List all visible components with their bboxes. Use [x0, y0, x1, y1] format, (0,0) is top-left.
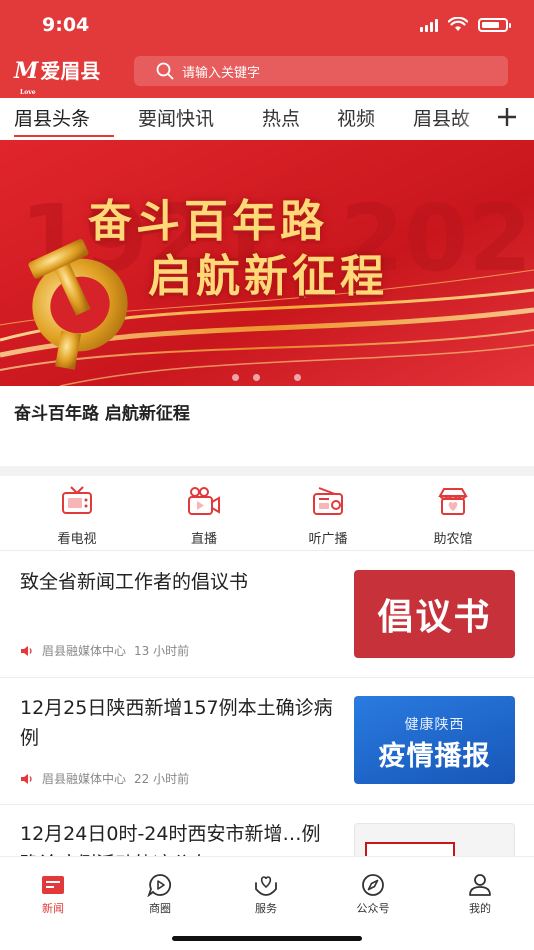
battery-icon [478, 17, 511, 32]
nav-label: 新闻 [42, 902, 64, 915]
quick-entry-label: 看电视 [57, 532, 97, 547]
nav-label: 服务 [255, 902, 277, 915]
nav-news[interactable]: 新闻 [13, 873, 93, 916]
quick-entry-label: 直播 [190, 532, 217, 547]
news-source: 眉县融媒体中心 [42, 772, 127, 786]
active-tab-indicator [14, 135, 114, 137]
section-gap [0, 466, 534, 476]
app-logo: I Love M 爱眉县 [14, 58, 101, 96]
banner-headline-2: 启航新征程 [148, 251, 388, 302]
news-title: 致全省新闻工作者的倡议书 [20, 571, 249, 593]
home-indicator [172, 936, 362, 941]
nav-business[interactable]: 商圈 [120, 873, 200, 916]
news-item[interactable]: 12月25日陕西新增157例本土确诊病例 眉县融媒体中心 22 小时前 健康陕西… [0, 678, 534, 804]
thumb-subtitle: 健康陕西 [404, 717, 465, 733]
logo-mark: I Love M [14, 58, 38, 96]
news-time: 22 小时前 [134, 772, 190, 786]
tv-icon [62, 486, 92, 514]
app-bar: I Love M 爱眉县 请输入关键字 [0, 56, 534, 96]
app-header: 9:04 I Love M 爱眉县 请输入关键字 [0, 0, 534, 98]
quick-entry-farm-shop[interactable]: 助农馆 [413, 486, 493, 547]
thumb-title: 疫情播报 [378, 741, 491, 772]
speaker-icon [21, 645, 32, 656]
quick-entry-radio[interactable]: 听广播 [288, 486, 368, 547]
banner-dot[interactable] [294, 374, 301, 381]
thumb-text: 倡议书 [377, 597, 492, 638]
news-time: 13 小时前 [134, 644, 190, 658]
video-camera-icon [188, 487, 220, 515]
news-item[interactable]: 致全省新闻工作者的倡议书 眉县融媒体中心 13 小时前 倡议书 [0, 551, 534, 677]
hero-banner[interactable]: 1921 2021 奋斗百年路 启航新征程 [0, 140, 534, 386]
play-chat-icon [147, 874, 172, 897]
heart-hands-icon [255, 876, 277, 896]
news-thumbnail: 健康陕西 疫情播报 [354, 696, 515, 784]
nav-profile[interactable]: 我的 [440, 873, 520, 916]
nav-label: 商圈 [149, 902, 171, 915]
banner-pagination [232, 374, 301, 381]
banner-dot[interactable] [253, 374, 260, 381]
news-meta: 眉县融媒体中心 13 小时前 [20, 642, 189, 659]
banner-caption[interactable]: 奋斗百年路 启航新征程 [14, 399, 190, 424]
tab-headlines[interactable]: 眉县头条 [14, 104, 90, 131]
shop-icon [438, 488, 468, 515]
search-input[interactable]: 请输入关键字 [134, 56, 508, 86]
news-title: 12月25日陕西新增157例本土确诊病例 [20, 697, 333, 749]
nav-label: 我的 [469, 902, 491, 915]
status-bar: 9:04 [0, 0, 534, 50]
news-source: 眉县融媒体中心 [42, 644, 127, 658]
speaker-icon [21, 773, 32, 784]
quick-entry-label: 助农馆 [433, 532, 473, 547]
news-thumbnail [354, 823, 515, 857]
search-icon [156, 62, 174, 80]
banner-dot[interactable] [232, 374, 239, 381]
quick-entries: 看电视 直播 听广播 助农馆 [0, 476, 534, 550]
user-icon [469, 874, 491, 896]
news-meta: 眉县融媒体中心 22 小时前 [20, 770, 189, 787]
news-title: 12月24日0时-24时西安市新增…例确诊病例活动轨迹公布 [20, 823, 321, 857]
quick-entry-tv[interactable]: 看电视 [37, 486, 117, 547]
status-icons [420, 17, 511, 32]
compass-icon [362, 874, 384, 896]
signal-icon [420, 18, 438, 32]
nav-label: 公众号 [356, 902, 390, 915]
wifi-icon [448, 17, 468, 31]
quick-entry-label: 听广播 [308, 532, 348, 547]
news-icon [42, 876, 64, 894]
tab-news-flash[interactable]: 要闻快讯 [138, 104, 214, 131]
status-time: 9:04 [42, 14, 90, 36]
news-item[interactable]: 12月24日0时-24时西安市新增…例确诊病例活动轨迹公布 [0, 805, 534, 857]
news-thumbnail: 倡议书 [354, 570, 515, 658]
tab-fade [455, 98, 495, 140]
nav-services[interactable]: 服务 [226, 873, 306, 916]
quick-entry-live[interactable]: 直播 [164, 486, 244, 547]
add-channel-icon[interactable] [496, 106, 518, 128]
logo-text: 爱眉县 [40, 59, 101, 83]
channel-tabs: 眉县头条 要闻快讯 热点 视频 眉县故 [0, 98, 534, 140]
nav-official-accounts[interactable]: 公众号 [333, 873, 413, 916]
tab-hot[interactable]: 热点 [262, 104, 300, 131]
tab-video[interactable]: 视频 [337, 104, 375, 131]
radio-icon [313, 487, 343, 515]
search-placeholder: 请输入关键字 [182, 65, 261, 81]
